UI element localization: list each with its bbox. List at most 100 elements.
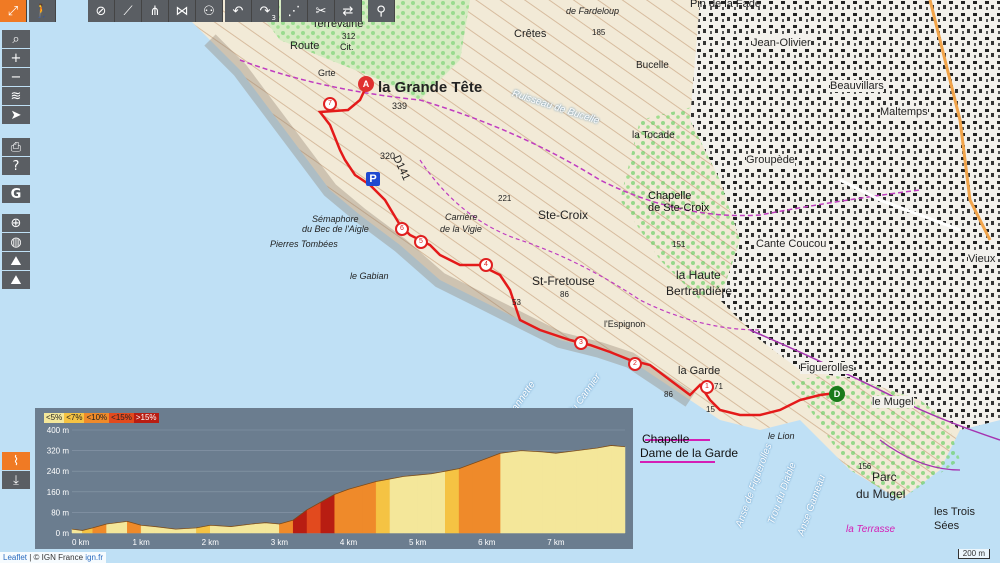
place-label: la Grande Tête [378,79,483,96]
legend-item: <10% [84,413,110,423]
end-marker[interactable]: D [829,386,845,402]
place-label: du Bec de l'Aigle [302,224,369,234]
expand-icon[interactable]: ⤢ [0,0,27,22]
hiker-icon[interactable]: ⛰ [2,252,30,270]
place-label: Sées [934,520,960,532]
route-tree-icon[interactable]: ⋔ [142,0,169,22]
waypoint-marker[interactable]: 3 [574,336,588,350]
swap-icon[interactable]: ⇄ [335,0,362,22]
search-icon[interactable]: ⌕ [2,30,30,48]
x-tick-label: 4 km [340,538,358,547]
elevation-segment [389,476,405,534]
place-label: Cante Coucou [756,238,827,250]
waypoint-marker[interactable]: 2 [628,357,642,371]
locate-icon[interactable]: ➤ [2,106,30,124]
pin-icon[interactable]: ⚲ [368,0,395,22]
leaflet-link[interactable]: Leaflet [3,553,27,562]
chapelle-ste-croix-label: Chapelle de Ste-Croix [648,190,709,214]
redo-icon[interactable]: ↷ 3 [252,0,279,22]
altitude-label: 86 [560,290,569,299]
grade-legend: <5% <7% <10% <15% >15% [44,413,159,423]
waypoint-marker[interactable]: 4 [479,258,493,272]
place-label: l'Espignon [604,319,646,329]
globe-icon[interactable]: ◍ [2,233,30,251]
place-label: la Haute [676,268,721,282]
altitude-label: 53 [512,298,521,307]
crosshair-icon[interactable]: ⊕ [2,214,30,232]
hide-icon[interactable]: ⊘ [88,0,115,22]
chapelle-line2: Dame de la Garde [640,446,739,460]
elevation-segment [500,450,522,534]
start-marker[interactable]: A [358,76,374,92]
altitude-label: 221 [498,194,512,203]
elevation-segment [362,481,377,534]
waypoint-marker[interactable]: 6 [395,222,409,236]
route-line-icon[interactable]: ⟋ [115,0,142,22]
elevation-segment [555,450,577,534]
chapelle-line1: Chapelle [648,190,692,202]
x-tick-label: 6 km [478,538,496,547]
top-toolbar: ⤢ 🚶 ⊘ ⟋ ⋔ ⋈ ⚇ ↶ ↷ 3 ⋰ ✂ ⇄ ⚲ [0,0,395,22]
place-label: Beauvillars [830,80,884,92]
place-label: Sémaphore [312,214,359,224]
place-label: du Mugel [856,487,906,501]
route-cross-icon[interactable]: ⋈ [169,0,196,22]
altitude-label: 71 [714,382,723,391]
chart-icon[interactable]: ⌇ [2,452,30,470]
google-icon[interactable]: G [2,185,30,203]
elevation-segment [597,445,612,534]
elevation-segment [348,485,363,534]
download-icon[interactable]: ⤓ [2,471,30,489]
place-label: de Fardeloup [566,6,620,16]
altitude-label: 15 [706,405,715,414]
place-label: Crêtes [514,28,547,40]
elevation-segment [417,473,432,534]
legend-item: <7% [64,413,85,423]
print-controls: ⎙ ? [2,138,30,175]
walker-icon[interactable]: 🚶 [29,0,56,22]
elevation-segment [472,457,487,534]
elevation-segment [431,470,446,534]
altitude-label: 151 [672,240,686,249]
elevation-segment [265,522,280,534]
map-controls: ⌕ + − ≋ ➤ [2,30,30,124]
tool-controls: ⊕ ◍ ⛰ ⛰ [2,214,30,289]
place-label: Vieux [968,253,996,265]
place-label: Jean-Olivier [752,37,811,49]
edit-node-icon[interactable]: ⋰ [281,0,308,22]
place-label: St-Fretouse [532,274,595,288]
elevation-profile[interactable]: 400 m 320 m 240 m 160 m 80 m 0 m0 km 1 km 2 km 3… [35,408,633,549]
elevation-segment [251,522,266,534]
scale-bar: 200 m [957,549,990,559]
altitude-label: 185 [592,28,606,37]
chapelle-line1: Chapelle [642,432,690,446]
route-tools: ⊘ ⟋ ⋔ ⋈ ⚇ [58,0,223,22]
y-tick-label: 320 m [47,447,70,456]
bike-icon[interactable]: ⚇ [196,0,223,22]
legend-item: >15% [133,413,159,423]
elevation-segment [445,468,460,534]
place-label: Ste-Croix [538,208,589,222]
undo-icon[interactable]: ↶ [225,0,252,22]
place-label: de la Vigie [440,224,482,234]
hiker-alt-icon[interactable]: ⛰ [2,271,30,289]
help-icon[interactable]: ? [2,157,30,175]
ign-link[interactable]: ign.fr [85,553,103,562]
x-tick-label: 7 km [547,538,565,547]
place-label: Groupède [746,154,795,166]
zoom-in-icon[interactable]: + [2,49,30,67]
split-icon[interactable]: ✂ [308,0,335,22]
waypoint-marker[interactable]: 7 [323,97,337,111]
google-control: G [2,185,30,203]
waypoint-marker[interactable]: 5 [414,235,428,249]
zoom-out-icon[interactable]: − [2,68,30,86]
edit-tools: ⋰ ✂ ⇄ [281,0,362,22]
place-label: Carrière [445,212,478,222]
layers-icon[interactable]: ≋ [2,87,30,105]
parking-icon: P [366,172,380,186]
print-icon[interactable]: ⎙ [2,138,30,156]
elevation-segment [458,463,474,534]
profile-controls: ⌇ ⤓ [2,452,30,489]
elevation-segment [375,478,391,534]
waypoint-marker[interactable]: 1 [700,380,714,394]
